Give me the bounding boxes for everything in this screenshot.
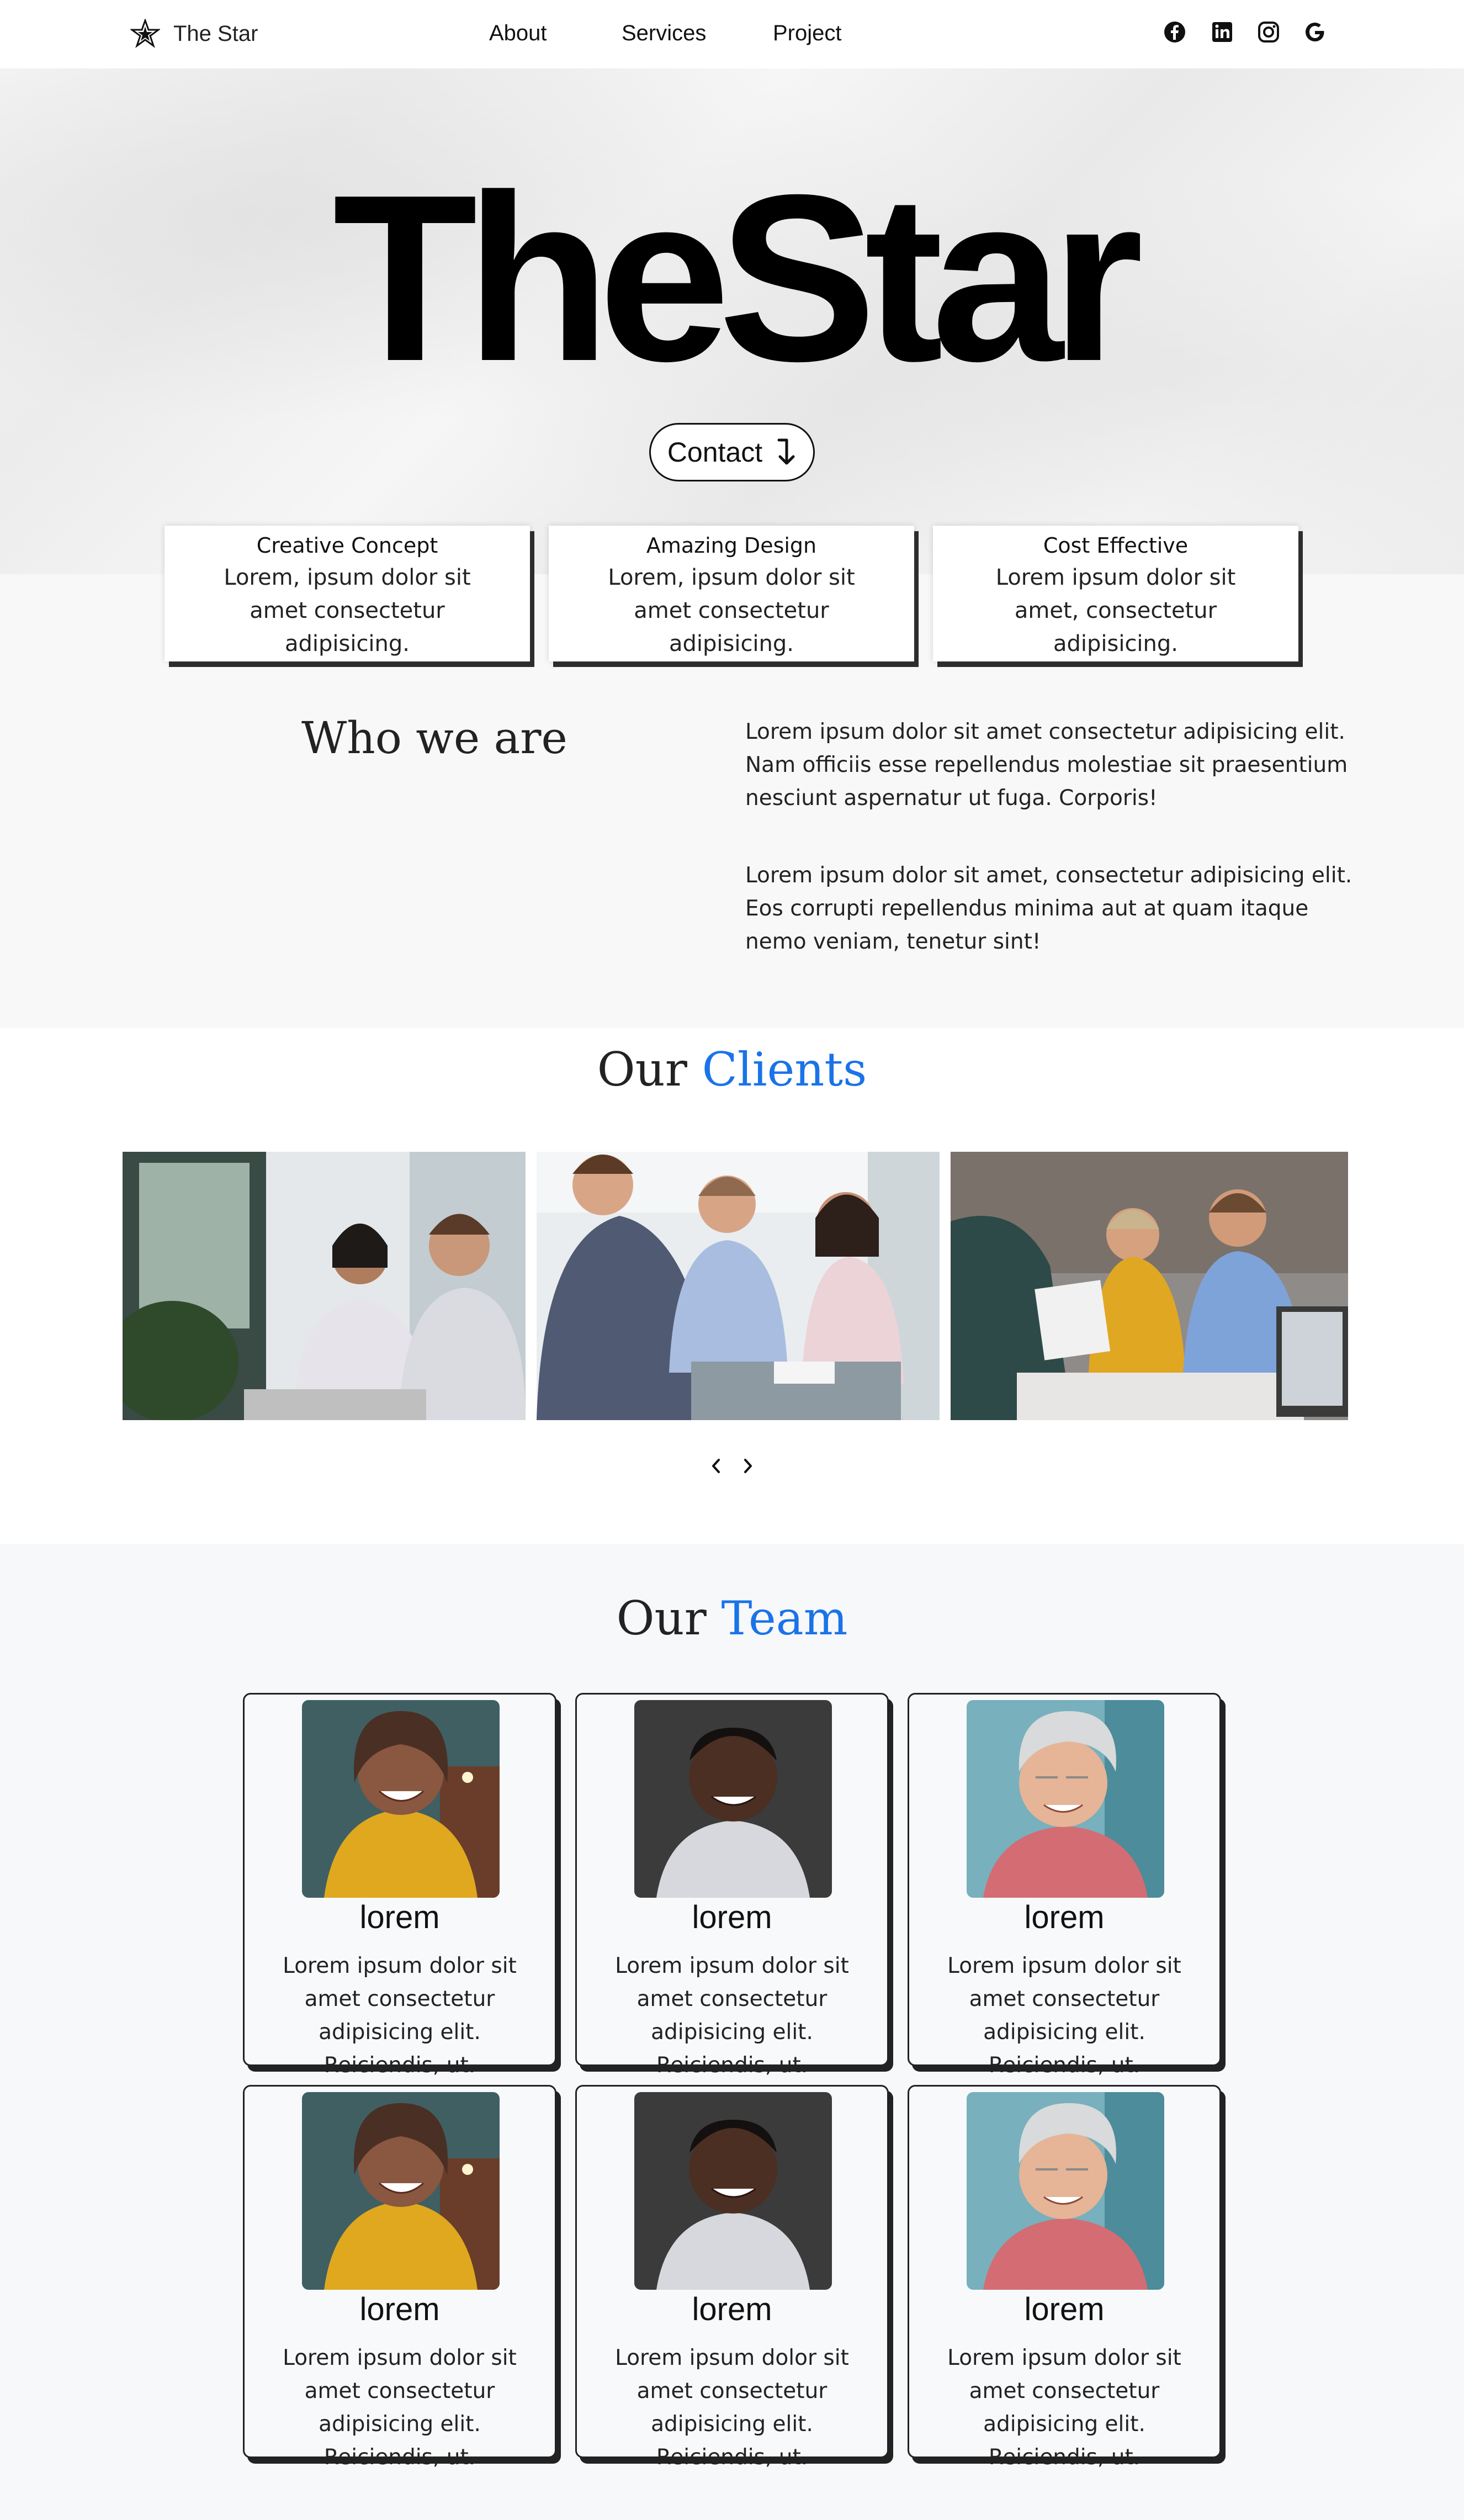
client-photo-3 — [951, 1152, 1348, 1420]
avatar — [302, 2092, 500, 2290]
chevron-left-icon — [712, 1459, 720, 1473]
avatar — [634, 2092, 832, 2290]
team-heading: Our Team — [0, 1591, 1464, 1645]
facebook-icon[interactable] — [1163, 20, 1187, 44]
google-icon[interactable] — [1303, 20, 1327, 44]
carousel-prev-button[interactable] — [704, 1452, 726, 1480]
team-member-name: lorem — [692, 1899, 772, 1935]
feature-card-cost-effective: Cost Effective Lorem ipsum dolor sit ame… — [933, 526, 1298, 661]
avatar — [967, 1700, 1164, 1898]
star-logo-icon — [130, 19, 160, 48]
hero-section: TheStar Contact — [0, 68, 1464, 574]
instagram-icon[interactable] — [1256, 20, 1281, 44]
team-member-name: lorem — [1024, 1899, 1105, 1935]
team-heading-accent: Team — [721, 1591, 848, 1645]
avatar — [967, 2092, 1164, 2290]
team-member-bio: Lorem ipsum dolor sit amet consectetur a… — [283, 1953, 517, 2078]
team-member-bio: Lorem ipsum dolor sit amet consectetur a… — [615, 2346, 849, 2470]
team-member-card: lorem Lorem ipsum dolor sit amet consect… — [575, 1693, 889, 2078]
feature-title: Cost Effective — [1043, 533, 1189, 558]
feature-text: Lorem, ipsum dolor sit amet consectetur … — [224, 565, 471, 657]
clients-heading: Our Clients — [0, 1042, 1464, 1097]
chevron-right-icon — [744, 1459, 752, 1473]
clients-heading-accent: Clients — [702, 1042, 867, 1097]
feature-card-creative-concept: Creative Concept Lorem, ipsum dolor sit … — [165, 526, 530, 661]
hero-title: TheStar — [332, 146, 1144, 411]
team-member-card: lorem Lorem ipsum dolor sit amet consect… — [908, 1693, 1221, 2078]
team-member-bio: Lorem ipsum dolor sit amet consectetur a… — [947, 1953, 1181, 2078]
who-we-are-heading: Who we are — [301, 712, 567, 764]
contact-button-label: Contact — [667, 437, 763, 468]
team-member-name: lorem — [1024, 2291, 1105, 2327]
feature-title: Amazing Design — [646, 533, 817, 558]
avatar — [302, 1700, 500, 1898]
who-we-are-paragraph-1: Lorem ipsum dolor sit amet consectetur a… — [745, 719, 1348, 811]
client-photo-2 — [537, 1152, 940, 1420]
top-nav: The Star About Services Project — [0, 0, 1464, 68]
contact-button[interactable]: Contact — [649, 423, 815, 481]
carousel-next-button[interactable] — [738, 1452, 760, 1480]
team-heading-plain: Our — [616, 1591, 707, 1645]
nav-link-services[interactable]: Services — [622, 21, 706, 46]
brand-link[interactable]: The Star — [130, 19, 258, 49]
feature-card-amazing-design: Amazing Design Lorem, ipsum dolor sit am… — [549, 526, 914, 661]
nav-link-project[interactable]: Project — [773, 21, 842, 46]
team-member-bio: Lorem ipsum dolor sit amet consectetur a… — [283, 2346, 517, 2470]
nav-link-about[interactable]: About — [489, 21, 547, 46]
who-we-are-paragraph-2: Lorem ipsum dolor sit amet, consectetur … — [745, 863, 1352, 954]
brand-name: The Star — [173, 21, 258, 46]
team-member-name: lorem — [359, 1899, 440, 1935]
feature-title: Creative Concept — [256, 533, 438, 558]
feature-text: Lorem, ipsum dolor sit amet consectetur … — [608, 565, 855, 657]
team-member-bio: Lorem ipsum dolor sit amet consectetur a… — [615, 1953, 849, 2078]
team-member-card: lorem Lorem ipsum dolor sit amet consect… — [243, 1693, 556, 2078]
team-member-card: lorem Lorem ipsum dolor sit amet consect… — [908, 2085, 1221, 2470]
team-member-card: lorem Lorem ipsum dolor sit amet consect… — [243, 2085, 556, 2470]
team-member-card: lorem Lorem ipsum dolor sit amet consect… — [575, 2085, 889, 2470]
feature-text: Lorem ipsum dolor sit amet, consectetur … — [995, 565, 1236, 657]
team-member-bio: Lorem ipsum dolor sit amet consectetur a… — [947, 2346, 1181, 2470]
team-member-name: lorem — [692, 2291, 772, 2327]
arrow-down-icon — [777, 438, 795, 465]
clients-heading-plain: Our — [597, 1042, 687, 1097]
avatar — [634, 1700, 832, 1898]
team-member-name: lorem — [359, 2291, 440, 2327]
linkedin-icon[interactable] — [1210, 20, 1234, 44]
client-photo-1 — [123, 1152, 526, 1420]
